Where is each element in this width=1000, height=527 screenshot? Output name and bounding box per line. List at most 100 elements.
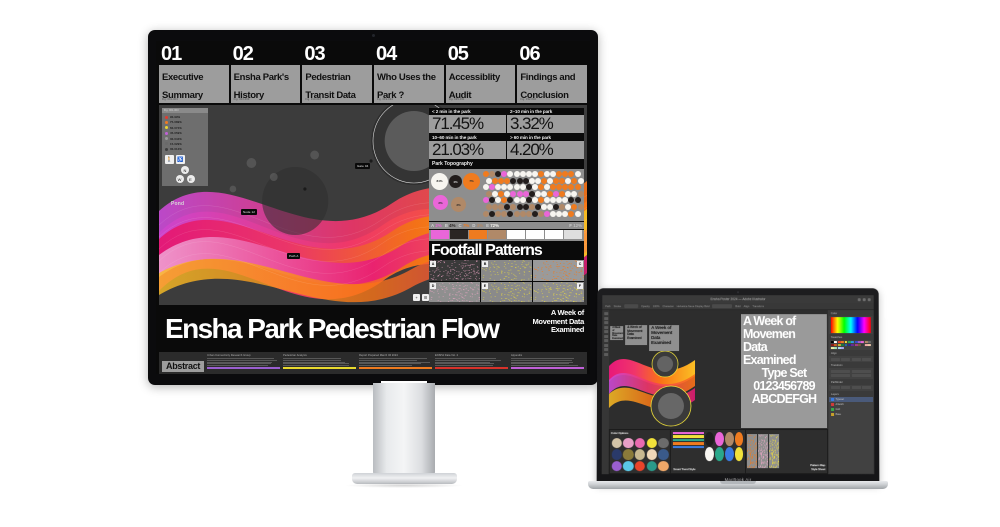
- topography-dot: [492, 204, 499, 210]
- color-option-swatch[interactable]: [634, 437, 646, 449]
- control-item[interactable]: Helvetica Neue Display Bold: [677, 305, 710, 308]
- hand-tool-icon[interactable]: [603, 352, 608, 356]
- control-item[interactable]: Transform: [752, 305, 764, 308]
- color-options-swatches[interactable]: [610, 436, 671, 473]
- topography-dot: [574, 197, 581, 204]
- align-panel[interactable]: Align: [828, 351, 873, 363]
- layer-row[interactable]: Base: [829, 412, 873, 417]
- illustrator-right-panels[interactable]: Color Swatches Align Transform Pathfinde…: [827, 310, 875, 475]
- compass-west-icon[interactable]: W: [175, 175, 184, 184]
- transform-h-field[interactable]: [851, 374, 871, 378]
- color-panel[interactable]: Color: [828, 311, 873, 335]
- color-option-swatch[interactable]: [611, 437, 622, 449]
- control-field[interactable]: [624, 304, 639, 309]
- illustrator-control-bar[interactable]: Path Stroke Opacity 100% Character Helvetica …: [602, 303, 874, 311]
- accessibility-icon[interactable]: ♿: [176, 155, 185, 165]
- pattern-map-panel[interactable]: Pattern Map Style Sheet: [745, 430, 828, 474]
- shape-tool-icon[interactable]: [603, 330, 608, 334]
- topography-circle: 84%: [431, 173, 448, 190]
- transform-fields[interactable]: [829, 368, 873, 378]
- color-option-swatch[interactable]: [646, 437, 658, 449]
- color-option-swatch[interactable]: [658, 449, 669, 460]
- transform-panel[interactable]: Transform: [828, 363, 873, 379]
- control-item[interactable]: Align: [744, 305, 750, 308]
- topography-dot: [544, 210, 550, 217]
- distribute-icon[interactable]: [862, 357, 871, 361]
- eyedropper-tool-icon[interactable]: [603, 339, 608, 343]
- layers-panel[interactable]: Layers Typeset Artwork Grid Base: [829, 391, 874, 474]
- control-item[interactable]: Bold: [735, 305, 740, 308]
- color-option-swatch[interactable]: [611, 449, 622, 460]
- align-buttons[interactable]: [829, 356, 873, 362]
- compass-row-2[interactable]: W E: [165, 175, 205, 184]
- color-option-swatch[interactable]: [611, 461, 622, 472]
- window-controls[interactable]: [857, 297, 871, 301]
- minus-front-icon[interactable]: [841, 386, 851, 390]
- swatch[interactable]: [867, 343, 871, 347]
- artboard-card[interactable]: A Week of Movement Data Examined: [649, 325, 680, 352]
- control-item[interactable]: Opacity: [641, 305, 650, 308]
- artboard-card[interactable]: A Week of Movement Data Examined: [610, 326, 624, 341]
- smart-trend-panel[interactable]: Smart Trend Style: [671, 430, 745, 474]
- compass-north-icon[interactable]: N: [181, 166, 189, 175]
- canvas-headline-artboard[interactable]: A Week of Movemen Data Examined Type Set 012…: [740, 314, 828, 429]
- search-icon[interactable]: [857, 297, 861, 301]
- zoom-tool-icon[interactable]: [603, 348, 608, 352]
- canvas-style-sheets[interactable]: Color Options Smart Trend Style Pattern …: [608, 429, 829, 475]
- zoom-in-icon[interactable]: +: [413, 294, 420, 301]
- topography-dot: [537, 184, 544, 191]
- color-spectrum[interactable]: [830, 317, 871, 334]
- transform-w-field[interactable]: [830, 374, 851, 378]
- layers-icon[interactable]: ☰: [422, 294, 429, 301]
- pathfinder-panel[interactable]: Pathfinder: [828, 379, 874, 391]
- swatches-panel[interactable]: Swatches: [828, 335, 873, 351]
- transform-y-field[interactable]: [851, 369, 871, 373]
- swatch-grid[interactable]: [829, 340, 873, 350]
- exclude-icon[interactable]: [862, 386, 872, 390]
- layer-list[interactable]: Typeset Artwork Grid Base: [829, 396, 874, 417]
- color-option-swatch[interactable]: [634, 449, 646, 460]
- compass-east-icon[interactable]: E: [186, 175, 195, 184]
- hero-tool-row[interactable]: + ☰: [413, 294, 429, 301]
- unite-icon[interactable]: [831, 386, 840, 390]
- align-center-icon[interactable]: [841, 357, 851, 361]
- control-field[interactable]: [712, 304, 733, 309]
- section-footnote: Fig. 019-024: [377, 98, 393, 101]
- intersect-icon[interactable]: [851, 386, 861, 390]
- color-option-swatch[interactable]: [622, 461, 634, 472]
- color-options-panel[interactable]: Color Options: [609, 430, 671, 474]
- minimize-icon[interactable]: [862, 297, 866, 301]
- selection-tool-icon[interactable]: [603, 312, 608, 316]
- color-option-swatch[interactable]: [622, 449, 634, 460]
- align-left-icon[interactable]: [830, 357, 840, 361]
- legend-button-row[interactable]: 🚶 ♿: [165, 155, 205, 165]
- artboard-card[interactable]: A Week of Movement Data Examined: [625, 325, 648, 346]
- pen-tool-icon[interactable]: [603, 321, 608, 325]
- pathfinder-buttons[interactable]: [829, 385, 873, 391]
- control-item[interactable]: Stroke: [614, 305, 621, 308]
- control-item[interactable]: Character: [662, 305, 673, 308]
- control-item[interactable]: 100%: [653, 305, 660, 308]
- pedestrian-icon[interactable]: 🚶: [165, 155, 174, 165]
- color-option-swatch[interactable]: [658, 461, 669, 472]
- stat-value: 4.20%: [510, 140, 554, 159]
- legend-item: 45-059%: [165, 131, 205, 135]
- transform-x-field[interactable]: [830, 369, 851, 373]
- color-option-swatch[interactable]: [646, 461, 657, 472]
- legend-color-dot: [165, 137, 168, 141]
- legend-header: Fig. 001-003: [162, 108, 208, 113]
- compass-row[interactable]: N: [165, 166, 205, 175]
- color-option-swatch[interactable]: [646, 449, 657, 460]
- brush-tool-icon[interactable]: [603, 334, 608, 338]
- color-option-swatch[interactable]: [658, 437, 669, 449]
- align-right-icon[interactable]: [851, 357, 861, 361]
- maximize-icon[interactable]: [867, 297, 871, 301]
- swatch[interactable]: [841, 346, 844, 350]
- type-tool-icon[interactable]: [603, 325, 608, 329]
- color-option-swatch[interactable]: [623, 437, 634, 449]
- gradient-tool-icon[interactable]: [603, 343, 608, 347]
- control-item[interactable]: Path: [605, 305, 610, 308]
- color-option-swatch[interactable]: [634, 461, 646, 472]
- illustrator-canvas[interactable]: A Week of Movement Data Examined A Week o…: [608, 310, 829, 475]
- direct-selection-tool-icon[interactable]: [603, 316, 608, 320]
